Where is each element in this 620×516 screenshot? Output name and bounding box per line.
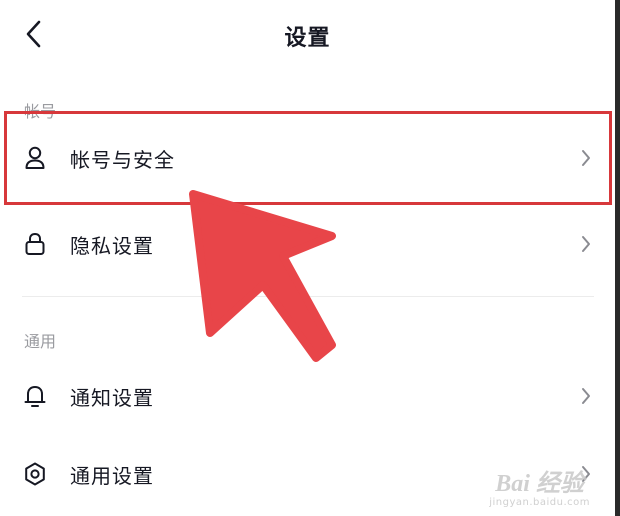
section-label-account: 帐号	[24, 102, 57, 121]
row-label: 帐号与安全	[70, 147, 175, 172]
page-title: 设置	[284, 26, 331, 51]
row-label: 通知设置	[70, 385, 154, 410]
row-account-security[interactable]: 帐号与安全	[8, 122, 608, 194]
section-divider	[22, 296, 594, 297]
row-notification-settings[interactable]: 通知设置	[8, 360, 608, 432]
gear-icon	[22, 461, 48, 487]
chevron-right-icon	[574, 384, 598, 408]
chevron-right-icon	[574, 146, 598, 170]
section-label-general: 通用	[24, 332, 57, 351]
settings-screen: 设置 帐号 帐号与安全 隐私设置 通用 通知设置 通用设置 Bai 经验 jin…	[0, 0, 620, 516]
row-label: 隐私设置	[70, 233, 154, 258]
header: 设置	[0, 0, 615, 72]
bell-icon	[22, 383, 48, 409]
chevron-right-icon	[574, 462, 598, 486]
window-edge	[615, 0, 620, 516]
row-label: 通用设置	[70, 463, 154, 488]
chevron-right-icon	[574, 232, 598, 256]
row-general-settings[interactable]: 通用设置	[8, 438, 608, 510]
lock-icon	[22, 231, 48, 257]
user-icon	[22, 145, 48, 171]
row-privacy-settings[interactable]: 隐私设置	[8, 208, 608, 280]
